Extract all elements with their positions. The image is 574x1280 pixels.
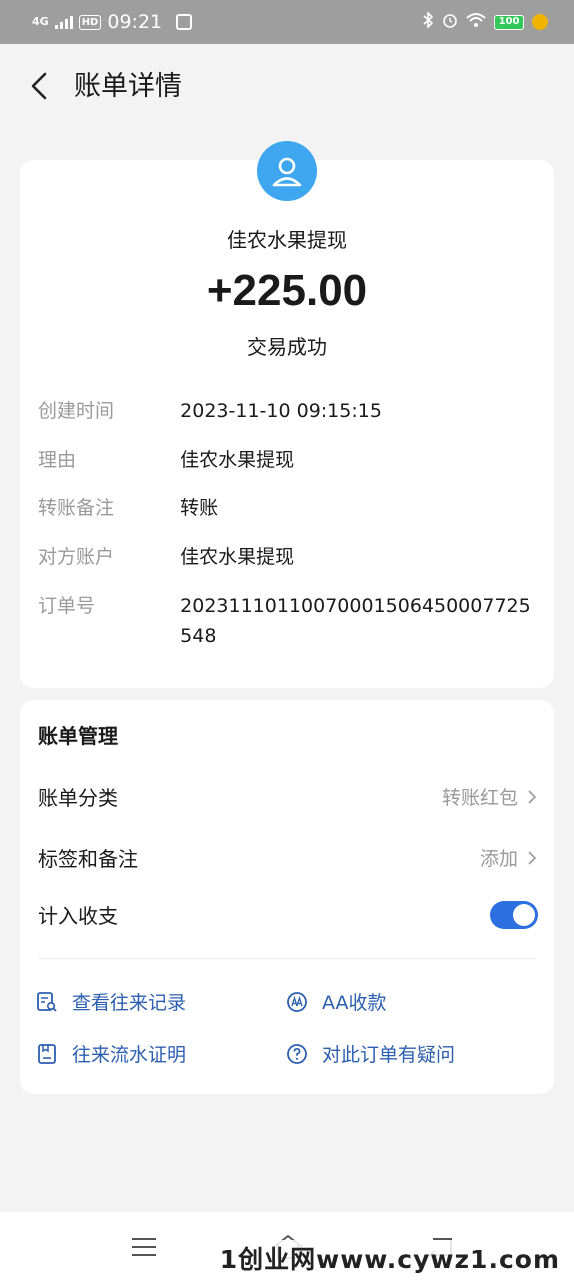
statement-proof-link[interactable]: 往来流水证明 [36,1040,186,1067]
chevron-right-icon [528,789,537,804]
avatar [257,141,317,201]
menu-button[interactable] [124,1230,164,1264]
chevron-right-icon [528,850,537,865]
bill-management-card: 账单管理 账单分类 转账红包 标签和备注 添加 计入收支 查看往来记录 AA收款 [20,700,554,1094]
detail-label: 转账备注 [38,497,115,519]
view-history-label: 查看往来记录 [72,992,187,1014]
detail-value: 佳农水果提现 [180,546,295,568]
notification-icon [532,14,548,30]
statement-proof-label: 往来流水证明 [72,1044,187,1066]
count-income-label: 计入收支 [38,904,118,928]
back-button[interactable] [28,71,52,100]
detail-row-order-number: 订单号 20231110110070001506450007725548 [38,591,538,651]
detail-value: 转账 [180,497,219,519]
status-bar: 4G HD 09:21 100 [0,0,574,44]
detail-label: 创建时间 [38,400,115,422]
detail-label: 对方账户 [38,546,115,568]
record-search-icon [36,991,58,1013]
menu-icon [132,1238,156,1256]
system-nav-bar: 1创业网www.cywz1.com [0,1212,574,1280]
aa-icon [286,991,308,1013]
aa-collect-label: AA收款 [322,992,387,1014]
user-icon [272,157,302,187]
section-title: 账单管理 [38,724,118,748]
status-time: 09:21 [107,11,163,33]
detail-label: 理由 [38,449,77,471]
detail-value: 2023-11-10 09:15:15 [180,400,382,422]
count-income-row: 计入收支 [38,900,538,929]
bluetooth-icon [422,10,434,33]
hd-badge: HD [78,14,102,30]
page-header: 账单详情 [0,44,574,122]
detail-label: 订单号 [38,595,96,617]
battery-icon: 100 [494,14,524,30]
order-question-link[interactable]: 对此订单有疑问 [286,1040,455,1067]
network-label: 4G [32,15,49,28]
detail-row-reason: 理由 佳农水果提现 [38,445,538,475]
bill-category-value: 转账红包 [441,787,518,809]
order-number[interactable]: 20231110110070001506450007725548 [180,591,538,651]
transaction-amount: +225.00 [206,266,368,315]
alarm-icon [442,12,458,33]
question-icon [286,1043,308,1065]
document-icon [36,1043,58,1065]
pay-icon [176,14,193,30]
view-history-link[interactable]: 查看往来记录 [36,988,186,1015]
aa-collect-link[interactable]: AA收款 [286,988,387,1015]
detail-row-transfer-note: 转账备注 转账 [38,493,538,523]
counterparty-name: 佳农水果提现 [227,228,347,252]
tags-notes-row[interactable]: 标签和备注 添加 [38,843,538,872]
divider [38,958,536,959]
bill-category-label: 账单分类 [38,786,118,810]
transaction-card: 佳农水果提现 +225.00 交易成功 创建时间 2023-11-10 09:1… [20,141,554,688]
transaction-status: 交易成功 [247,335,327,359]
chevron-left-icon [31,72,47,100]
page-title: 账单详情 [74,70,182,102]
detail-row-created-time: 创建时间 2023-11-10 09:15:15 [38,396,538,426]
watermark: 1创业网www.cywz1.com [215,1240,564,1276]
count-income-toggle[interactable] [490,900,538,929]
detail-value: 佳农水果提现 [180,449,295,471]
bill-category-row[interactable]: 账单分类 转账红包 [38,782,538,811]
order-question-label: 对此订单有疑问 [322,1044,456,1066]
toggle-knob [513,903,535,926]
wifi-icon [466,12,486,33]
detail-row-counterparty-account: 对方账户 佳农水果提现 [38,542,538,572]
tags-notes-label: 标签和备注 [38,847,138,871]
tags-notes-value: 添加 [479,848,518,870]
signal-icon [54,15,73,29]
